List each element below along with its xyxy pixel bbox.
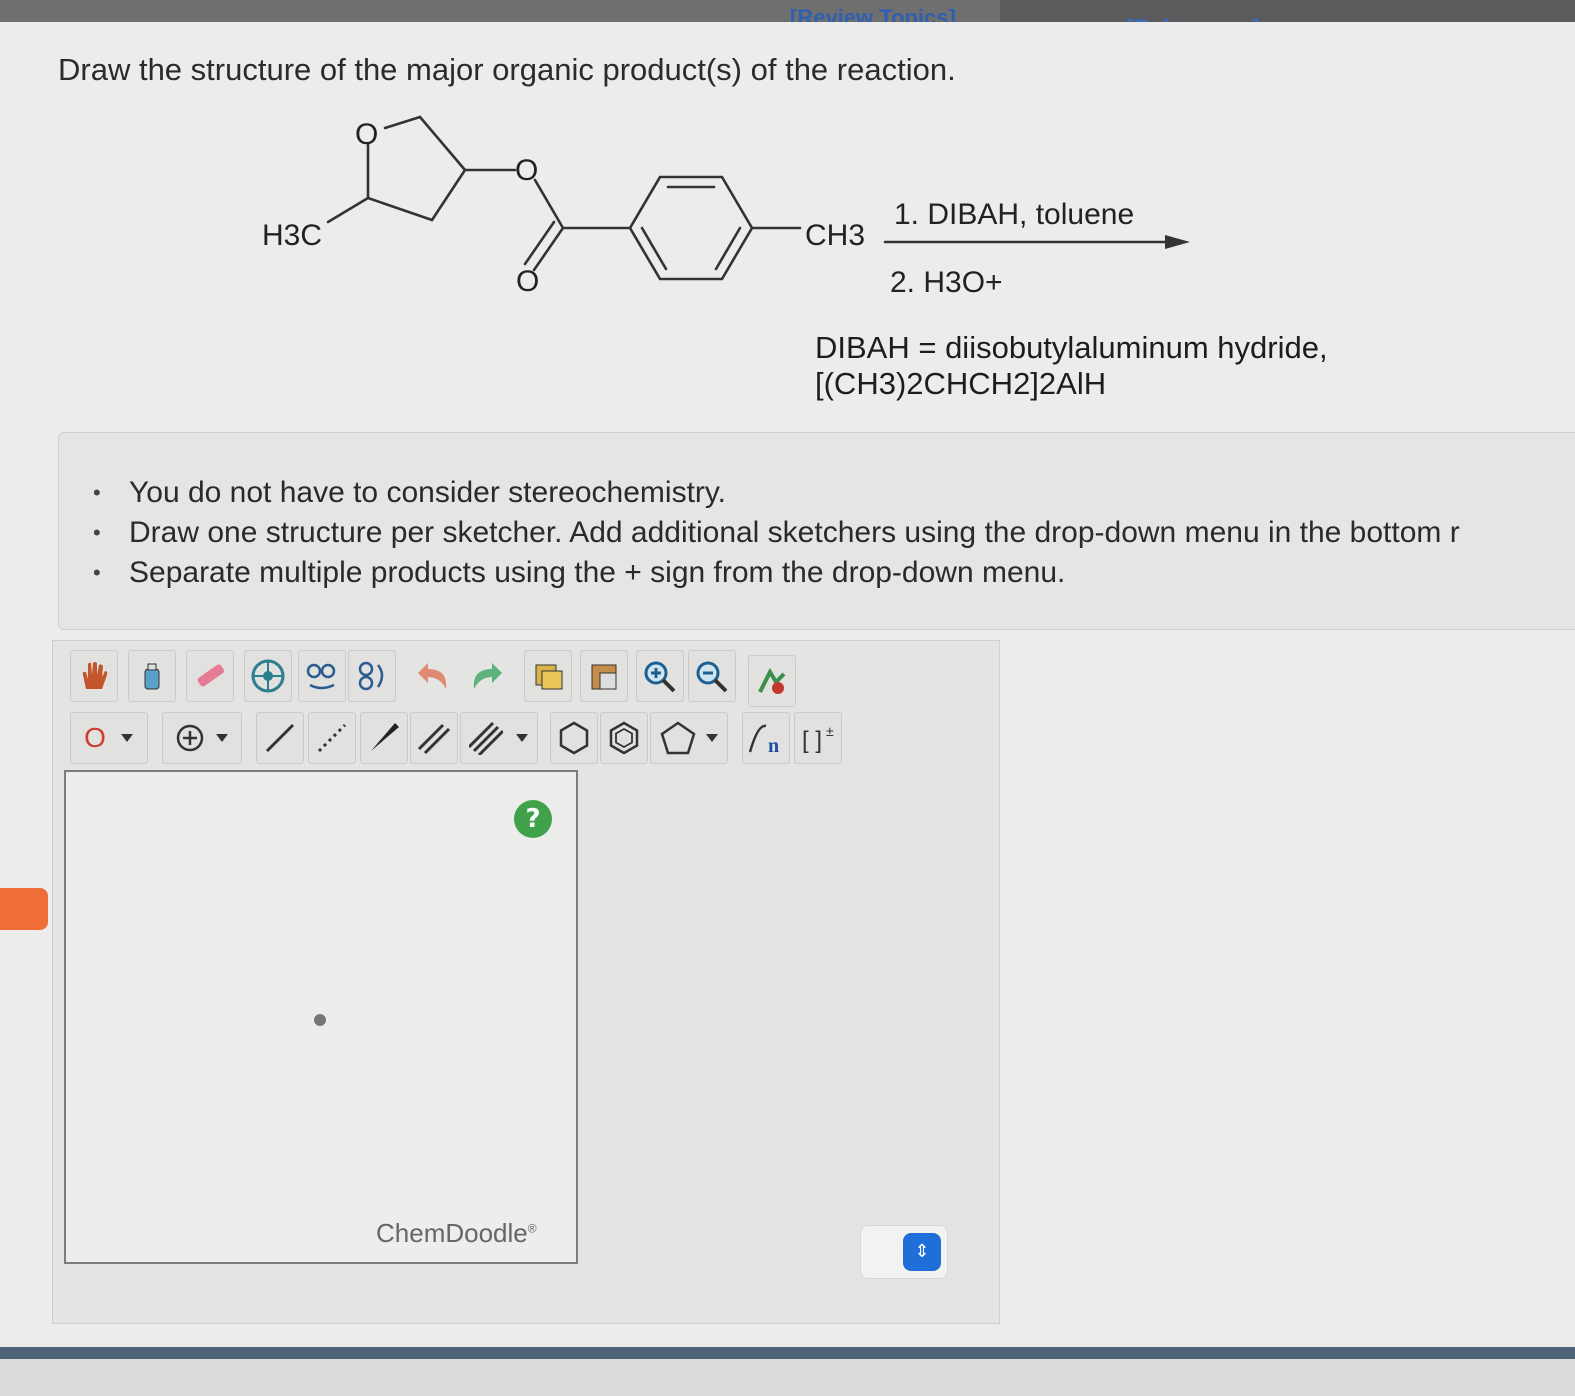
single-bond-button[interactable] <box>256 712 304 764</box>
bracket-charge-icon: [ ] ± <box>802 723 834 754</box>
instruction-item: You do not have to consider stereochemis… <box>93 473 1460 513</box>
paste-icon <box>591 664 617 690</box>
svg-text:O: O <box>516 265 539 298</box>
dibah-name: DIBAH = diisobutylaluminum hydride, <box>815 330 1328 365</box>
eraser-icon <box>197 664 224 687</box>
wedge-bond-button[interactable] <box>360 712 408 764</box>
element-label: O <box>84 722 106 753</box>
clean-icon <box>306 663 336 690</box>
chevron-down-icon <box>120 734 133 742</box>
sketcher-count-stepper[interactable]: ⇕ <box>860 1225 948 1279</box>
dibah-definition: DIBAH = diisobutylaluminum hydride, [(CH… <box>815 330 1328 402</box>
triple-bond-icon <box>469 721 503 755</box>
instructions-list: You do not have to consider stereochemis… <box>93 473 1460 593</box>
brand-name: ChemDoodle <box>376 1218 528 1248</box>
paste-button[interactable] <box>580 650 628 702</box>
brand-registered-mark: ® <box>527 1221 537 1236</box>
instruction-item: Separate multiple products using the + s… <box>93 553 1460 593</box>
svg-text:O: O <box>515 154 538 187</box>
charge-tool-button[interactable] <box>162 712 242 764</box>
svg-text:n: n <box>768 735 779 756</box>
hand-icon <box>82 662 108 689</box>
hexagon-icon <box>559 721 589 755</box>
triple-bond-button[interactable] <box>460 712 538 764</box>
side-tab[interactable] <box>0 888 48 930</box>
dashed-bond-icon <box>317 723 347 753</box>
cyclopentane-ring-button[interactable] <box>650 712 728 764</box>
repeat-unit-icon: n <box>748 724 779 756</box>
help-button[interactable]: ? <box>514 800 552 838</box>
dashed-bond-button[interactable] <box>308 712 356 764</box>
canvas-cursor-dot <box>314 1014 326 1026</box>
rotate-tool-button[interactable] <box>348 650 396 702</box>
center-tool-button[interactable] <box>244 650 292 702</box>
copy-button[interactable] <box>524 650 572 702</box>
svg-text:O: O <box>355 118 378 151</box>
rotate-icon <box>358 661 384 691</box>
double-bond-button[interactable] <box>410 712 458 764</box>
hand-tool-button[interactable] <box>70 650 118 702</box>
instruction-item: Draw one structure per sketcher. Add add… <box>93 513 1460 553</box>
undo-button[interactable] <box>410 650 458 702</box>
up-down-chevron-icon: ⇕ <box>903 1233 941 1271</box>
redo-icon <box>473 663 502 689</box>
reagent-step-1: 1. DIBAH, toluene <box>894 198 1134 231</box>
undo-icon <box>418 663 447 689</box>
bracket-charge-button[interactable]: [ ] ± <box>794 712 842 764</box>
center-icon <box>251 659 285 693</box>
clean-tool-button[interactable] <box>298 650 346 702</box>
redo-button[interactable] <box>462 650 510 702</box>
lasso-icon <box>144 663 160 690</box>
settings-icon <box>758 667 786 694</box>
dibah-formula: [(CH3)2CHCH2]2AlH <box>815 366 1107 401</box>
eraser-tool-button[interactable] <box>186 650 234 702</box>
double-bond-icon <box>417 723 451 755</box>
bottom-area <box>0 1359 1575 1396</box>
cyclohexane-ring-button[interactable] <box>600 712 648 764</box>
instructions-box: You do not have to consider stereochemis… <box>58 432 1575 630</box>
reagent-step-2: 2. H3O+ <box>890 266 1003 299</box>
sketcher-canvas[interactable]: ? ChemDoodle® <box>64 770 578 1264</box>
plus-circle-icon <box>176 724 204 752</box>
zoom-in-icon <box>644 661 676 693</box>
chevron-down-icon <box>706 734 718 742</box>
chevron-down-icon <box>516 734 528 742</box>
chevron-down-icon <box>216 734 228 742</box>
copy-icon <box>535 664 563 690</box>
settings-button[interactable] <box>748 655 796 707</box>
pentagon-icon <box>660 721 696 755</box>
substituent-right: CH3 <box>805 219 865 252</box>
question-title: Draw the structure of the major organic … <box>58 52 956 87</box>
lasso-tool-button[interactable] <box>128 650 176 702</box>
benzene-ring-button[interactable] <box>550 712 598 764</box>
zoom-out-button[interactable] <box>688 650 736 702</box>
zoom-out-icon <box>696 661 728 693</box>
svg-text:[ ]: [ ] <box>802 727 822 754</box>
chemdoodle-brand: ChemDoodle® <box>376 1218 537 1249</box>
substituent-left: H3C <box>262 219 322 252</box>
svg-text:±: ± <box>826 723 834 739</box>
single-bond-icon <box>265 723 295 753</box>
benzene-icon <box>609 721 639 755</box>
repeat-unit-button[interactable]: n <box>742 712 790 764</box>
wedge-bond-icon <box>371 723 399 751</box>
zoom-in-button[interactable] <box>636 650 684 702</box>
bottom-band <box>0 1347 1575 1359</box>
element-selector[interactable]: O <box>70 712 148 764</box>
